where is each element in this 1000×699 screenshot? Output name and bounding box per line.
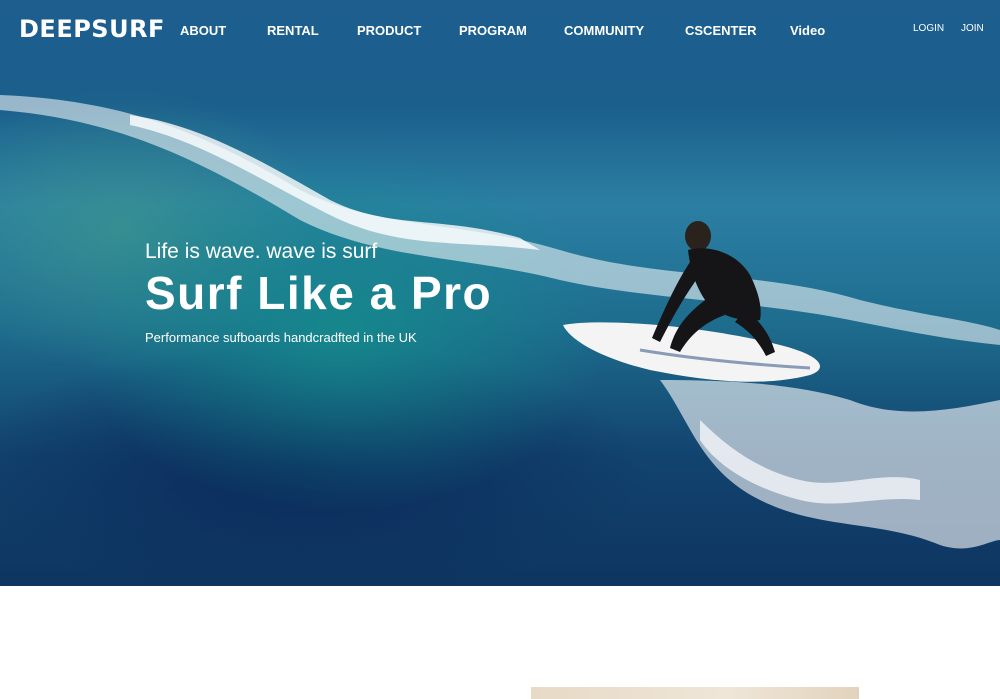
- hero-eyebrow: Life is wave. wave is surf: [145, 240, 378, 263]
- content-image-teaser: [531, 687, 859, 699]
- nav-rental[interactable]: RENTAL: [267, 23, 319, 38]
- whitewater: [660, 380, 1000, 549]
- nav-community[interactable]: COMMUNITY: [564, 23, 644, 38]
- join-link[interactable]: JOIN: [961, 23, 984, 34]
- hero-headline: Surf Like a Pro: [145, 267, 493, 319]
- top-navigation: DEEPSURF ABOUT RENTAL PRODUCT PROGRAM CO…: [0, 0, 1000, 60]
- login-link[interactable]: LOGIN: [913, 23, 944, 34]
- hero-description: Performance sufboards handcradfted in th…: [145, 330, 417, 345]
- nav-product[interactable]: PRODUCT: [357, 23, 421, 38]
- nav-program[interactable]: PROGRAM: [459, 23, 527, 38]
- hero-banner: DEEPSURF ABOUT RENTAL PRODUCT PROGRAM CO…: [0, 0, 1000, 586]
- nav-about[interactable]: ABOUT: [180, 23, 226, 38]
- site-logo[interactable]: DEEPSURF: [19, 15, 165, 43]
- nav-cscenter[interactable]: CSCENTER: [685, 23, 757, 38]
- nav-video[interactable]: Video: [790, 23, 825, 38]
